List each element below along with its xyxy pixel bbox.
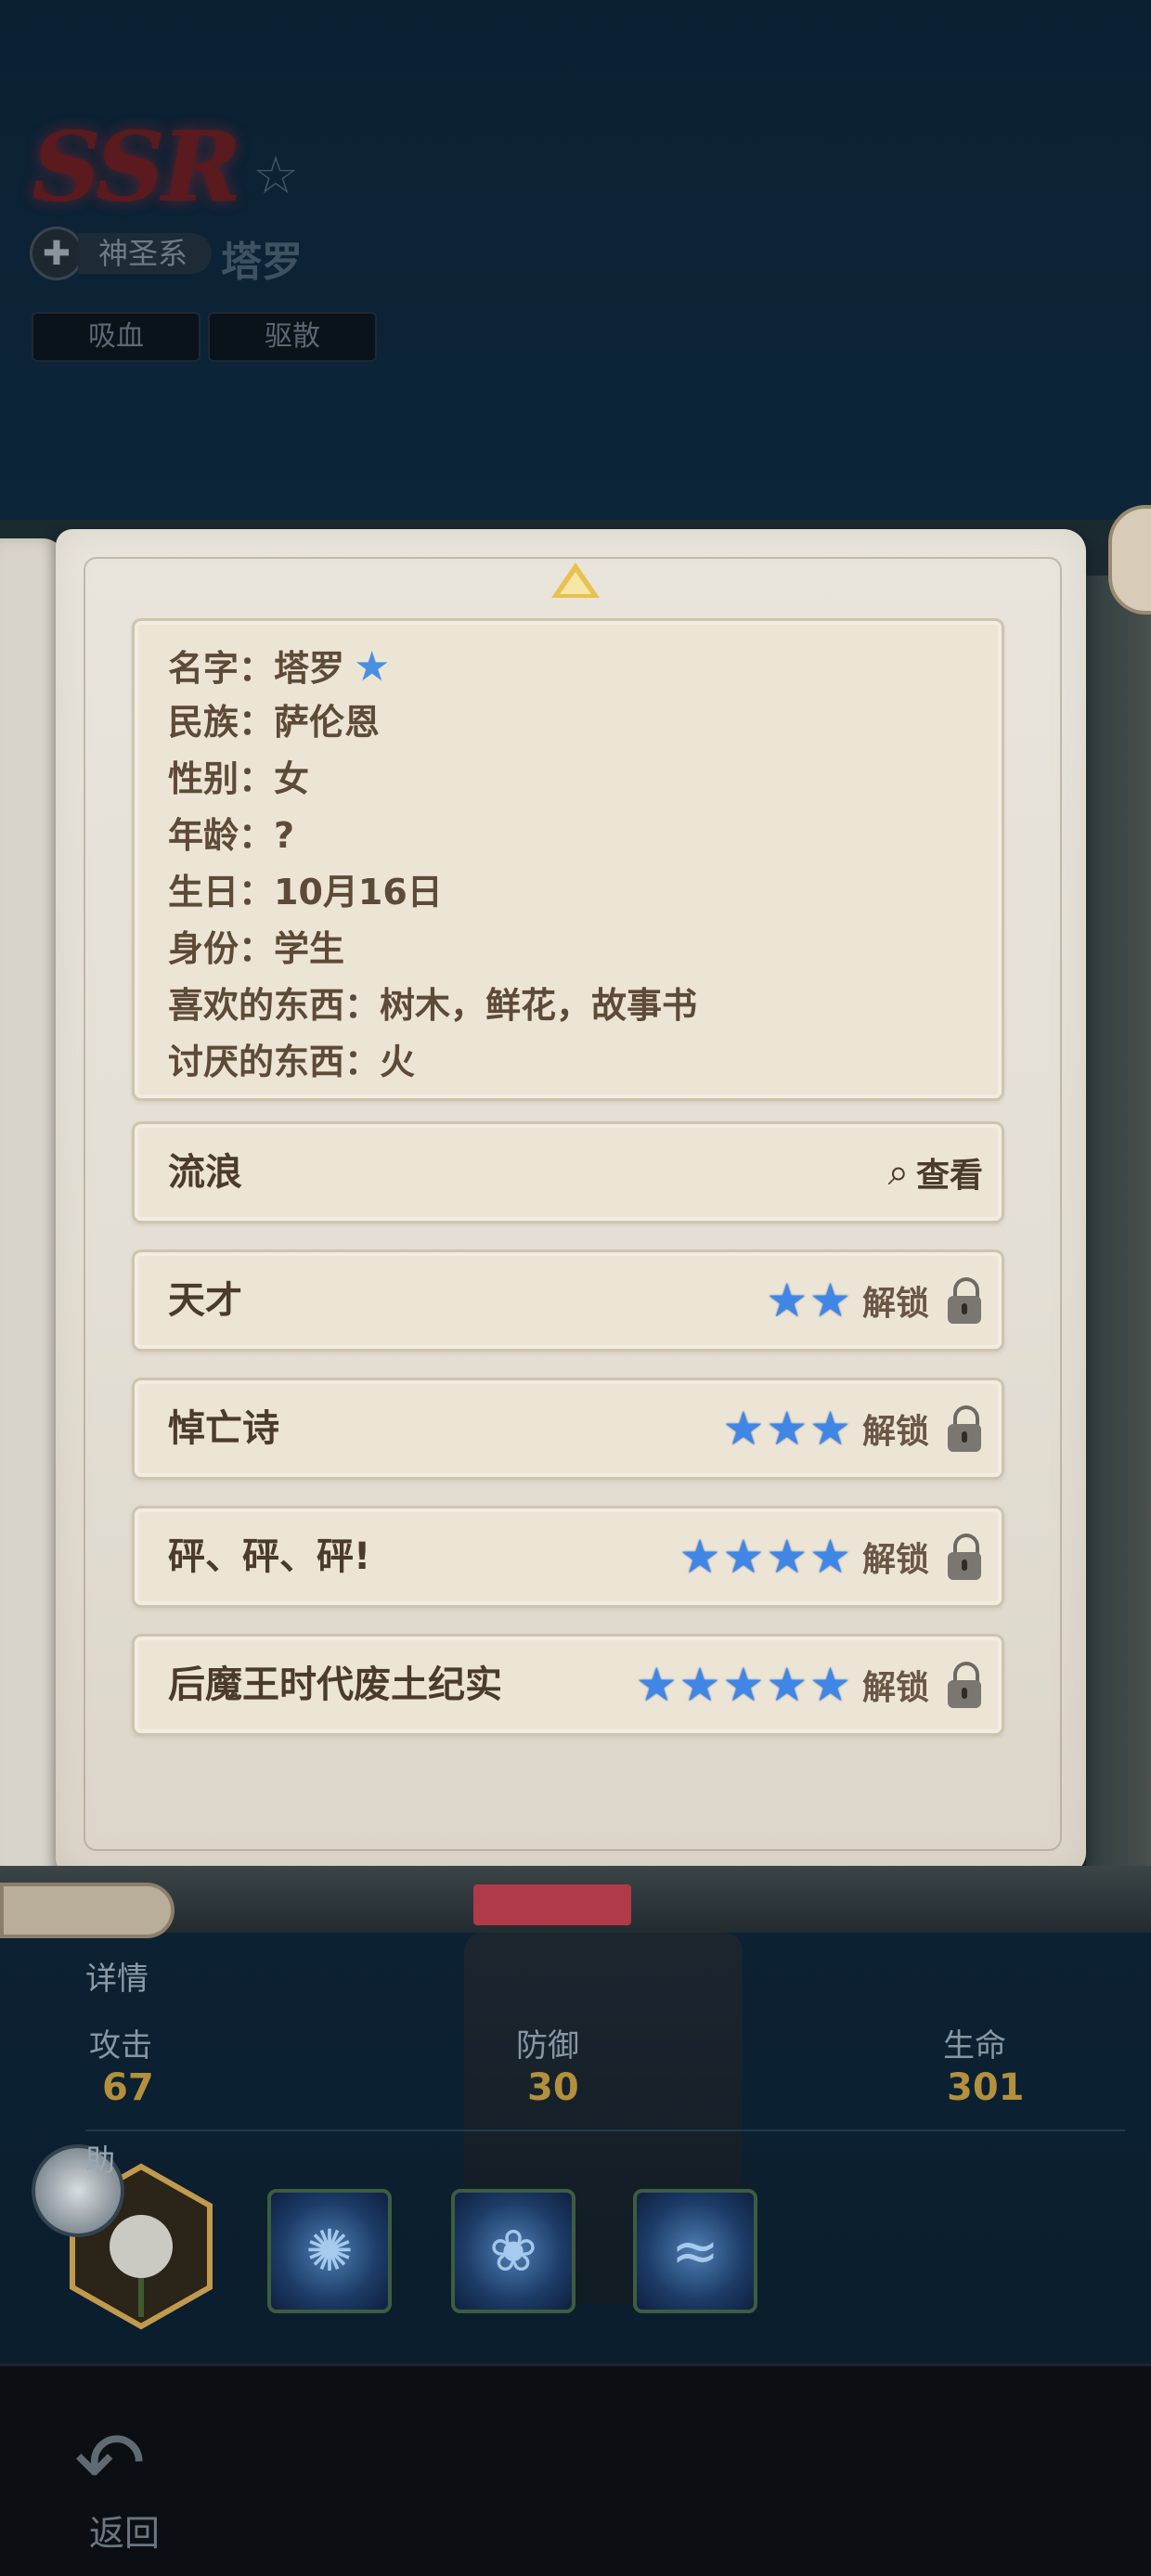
details-label: 详情 [85,1961,149,1998]
lock-icon [946,1532,983,1582]
profile-age: 年龄：? [168,815,295,856]
profile-identity: 身份：学生 [168,928,345,969]
game-background: SSR ☆ ✚ 神圣系 塔罗 吸血 驱散 名字：塔罗 ★ 民族：萨伦恩 性别：女 … [0,0,1151,2576]
story-title: 后魔王时代废土纪实 [168,1663,502,1706]
lock-icon [946,1660,983,1710]
star-icon: ★ [722,1402,765,1456]
story-row-wasteland[interactable]: 后魔王时代废土纪实 ★ ★ ★ ★ ★ 解锁 [132,1634,1004,1736]
attack-label: 攻击 [89,2027,152,2065]
profile-ethnicity: 民族：萨伦恩 [168,702,381,743]
hp-label: 生命 [943,2027,1006,2065]
back-arrow-icon[interactable]: ↶ [74,2421,146,2506]
story-title: 砰、砰、砰! [168,1535,371,1578]
unlock-label: 解锁 [861,1541,929,1579]
star-icon: ★ [722,1658,765,1712]
story-row-bang[interactable]: 砰、砰、砰! ★ ★ ★ ★ 解锁 [132,1506,1004,1608]
book-clasp [0,1883,175,1938]
profile-info-panel: 名字：塔罗 ★ 民族：萨伦恩 性别：女 年龄：? 生日：10月16日 身份：学生 … [132,618,1004,1101]
skill-slot-3[interactable]: ≈ [633,2189,757,2313]
name-star-icon: ★ [354,643,391,691]
search-icon: ⌕ [887,1151,909,1194]
unlock-label: 解锁 [861,1413,929,1451]
story-row-elegy[interactable]: 悼亡诗 ★ ★ ★ 解锁 [132,1378,1004,1480]
star-icon: ★ [809,1274,851,1327]
attack-value: 67 [102,2066,154,2109]
faction-label: 神圣系 [78,233,213,274]
story-title: 流浪 [168,1151,242,1194]
profile-name-line: 名字：塔罗 ★ [168,640,390,691]
star-icon: ★ [766,1402,808,1456]
star-icon: ★ [722,1530,765,1584]
bookmark-tab[interactable] [1108,505,1151,615]
lotus-skill-icon: ❀ [489,2217,537,2285]
story-title: 天才 [168,1279,242,1322]
story-view-button[interactable]: ⌕ 查看 [888,1124,983,1221]
star-icon: ★ [766,1274,808,1327]
profile-dislikes: 讨厌的东西：火 [168,1042,416,1082]
story-title: 悼亡诗 [168,1407,279,1450]
lock-icon [946,1404,983,1454]
star-icon: ★ [766,1658,808,1712]
star-icon: ★ [809,1402,851,1456]
lock-icon [946,1275,983,1326]
bottom-nav-bar [0,2363,1151,2576]
trait-tag-lifesteal[interactable]: 吸血 [32,312,200,362]
holy-cross-icon: ✚ [30,227,84,280]
story-unlock[interactable]: ★ ★ ★ ★ 解锁 [678,1508,983,1605]
scroll-up-arrow-highlight [560,572,591,594]
support-label: 助 [85,2142,116,2178]
wind-skill-icon: ✺ [305,2217,354,2285]
story-unlock[interactable]: ★ ★ ★ ★ ★ 解锁 [634,1637,983,1733]
book-ribbon [473,1884,631,1925]
star-icon: ★ [679,1658,721,1712]
story-row-wandering[interactable]: 流浪 ⌕ 查看 [132,1121,1004,1223]
star-icon: ★ [809,1530,851,1584]
skill-slot-1[interactable]: ✺ [267,2189,392,2313]
profile-birthday: 生日：10月16日 [168,872,443,913]
view-label: 查看 [915,1157,983,1195]
skill-slot-2[interactable]: ❀ [451,2189,576,2313]
defense-value: 30 [527,2066,579,2109]
star-icon: ★ [809,1658,851,1712]
defense-label: 防御 [516,2027,579,2065]
star-icon: ★ [766,1530,808,1584]
wave-skill-icon: ≈ [671,2217,719,2285]
story-row-genius[interactable]: 天才 ★ ★ 解锁 [132,1249,1004,1352]
star-icon: ★ [635,1658,678,1712]
profile-likes: 喜欢的东西：树木，鲜花，故事书 [168,985,698,1026]
story-unlock[interactable]: ★ ★ 解锁 [764,1252,983,1349]
star-icon: ★ [679,1530,721,1584]
book-edge [1086,576,1151,1894]
unlock-label: 解锁 [861,1669,929,1707]
rank-star-icon: ☆ [252,146,300,206]
faction-badge: ✚ 神圣系 [30,227,213,280]
trait-tag-dispel[interactable]: 驱散 [208,312,377,362]
profile-gender: 性别：女 [168,758,310,799]
rarity-badge: SSR [32,110,241,224]
stats-divider [85,2129,1125,2131]
story-unlock[interactable]: ★ ★ ★ 解锁 [721,1380,984,1477]
back-button-label[interactable]: 返回 [89,2505,160,2556]
unlock-label: 解锁 [861,1285,929,1323]
hero-name: 塔罗 [221,239,303,286]
hp-value: 301 [947,2066,1025,2109]
profile-name-text: 名字：塔罗 [168,648,345,689]
